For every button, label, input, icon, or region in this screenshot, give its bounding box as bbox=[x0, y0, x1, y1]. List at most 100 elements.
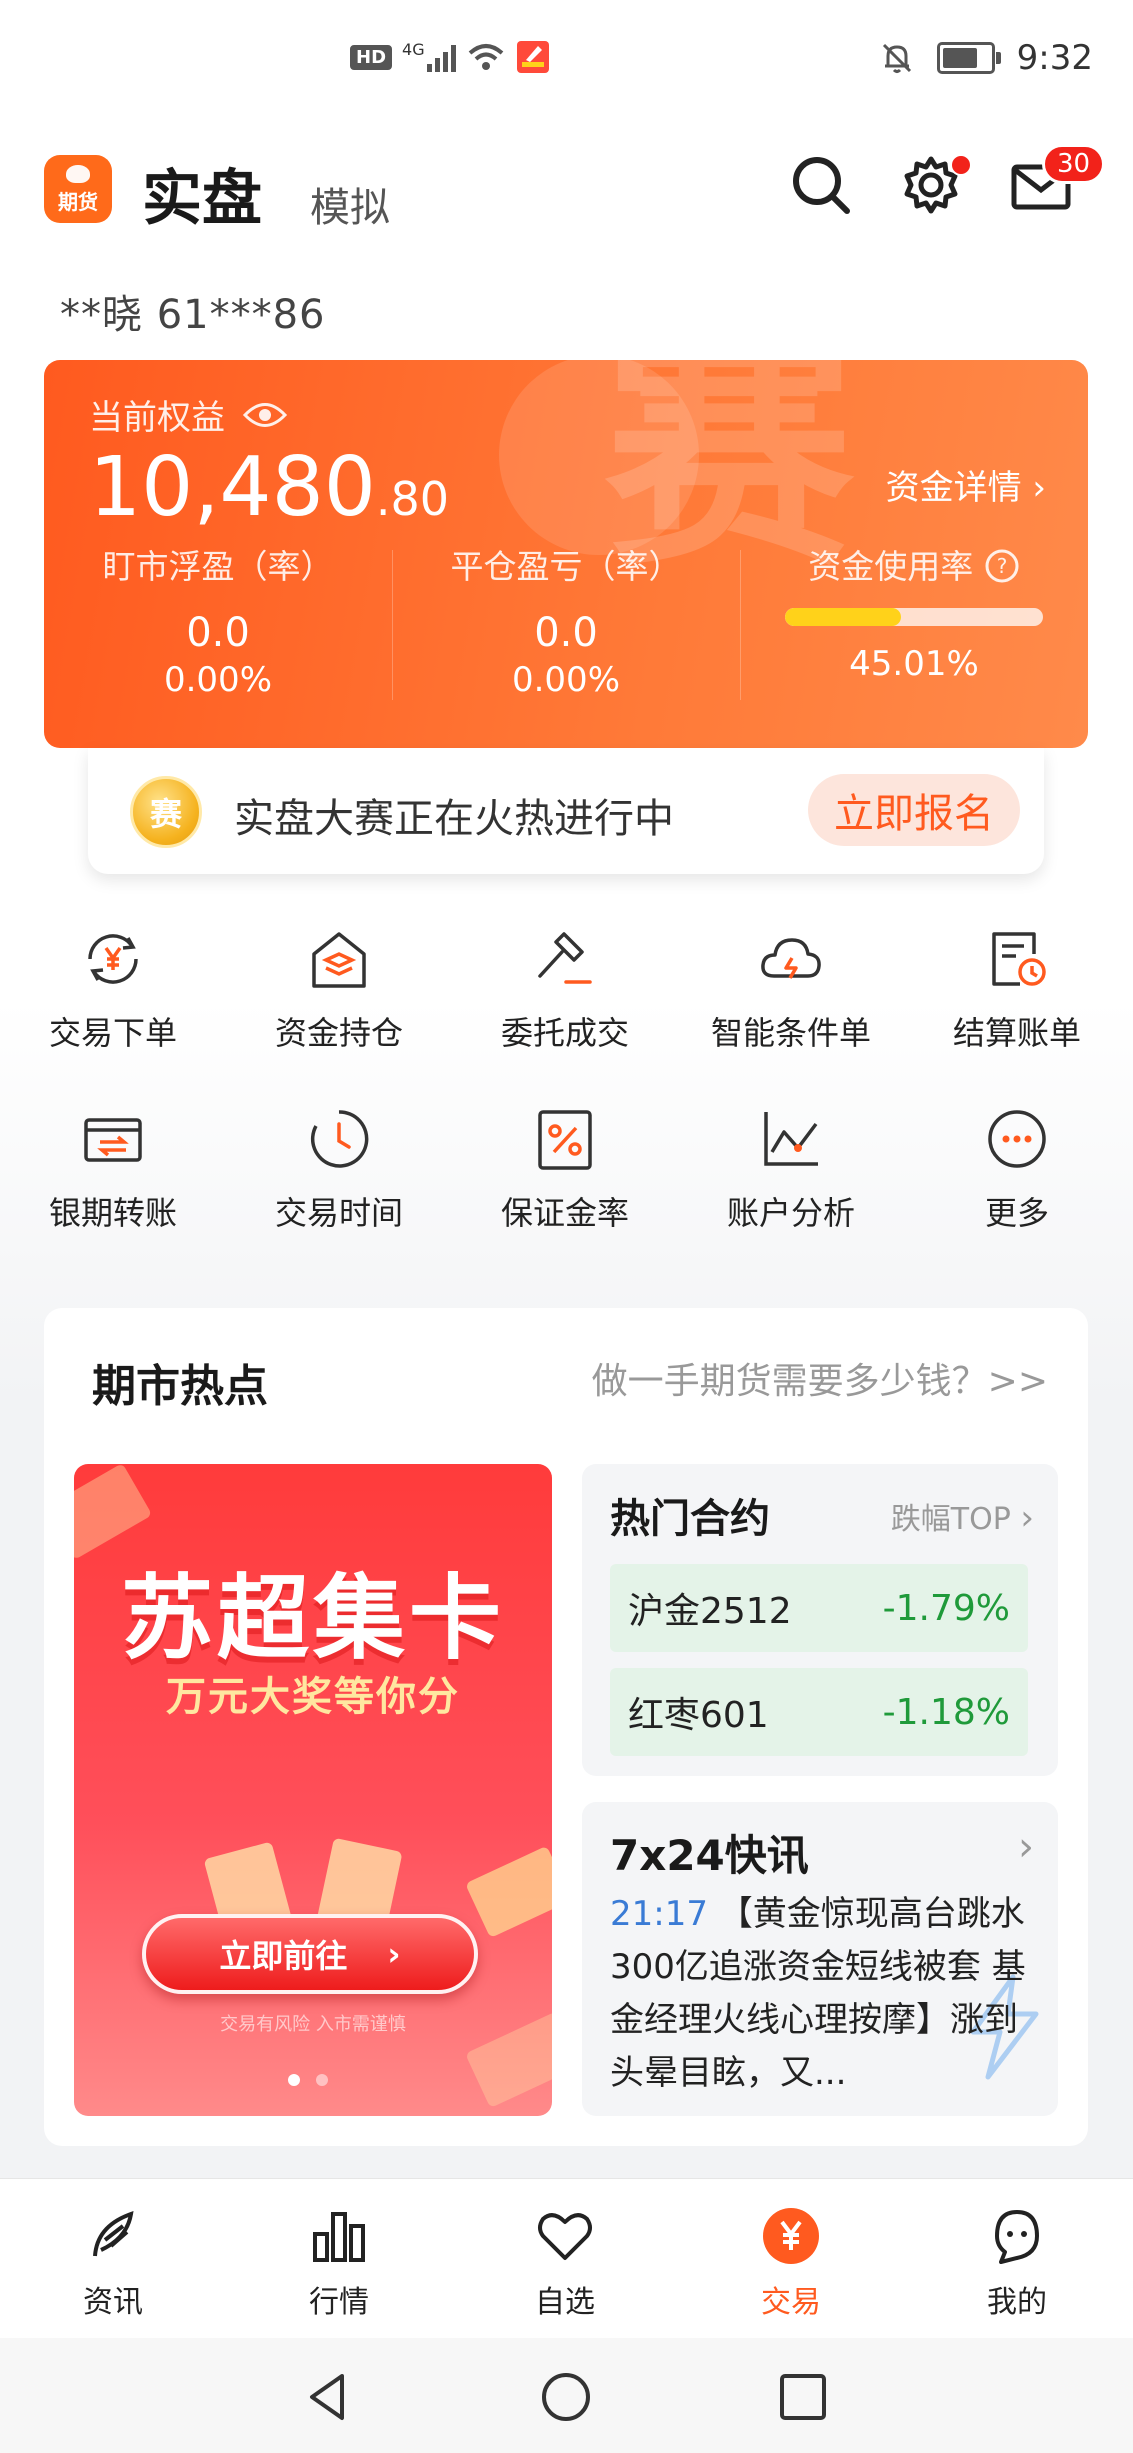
shortcut-more[interactable]: 更多 bbox=[904, 1104, 1130, 1234]
hot-contract-row[interactable]: 红枣601 -1.18% bbox=[610, 1668, 1028, 1756]
decline-top-link[interactable]: 跌幅TOP › bbox=[891, 1494, 1034, 1538]
float-pl-value: 0.0 bbox=[186, 610, 250, 656]
chevron-right-icon: › bbox=[1018, 1824, 1034, 1870]
shortcut-orders-deals[interactable]: 委托成交 bbox=[452, 924, 678, 1054]
shortcut-trading-hours[interactable]: 交易时间 bbox=[226, 1104, 452, 1234]
settings-button[interactable] bbox=[896, 150, 972, 220]
status-icons-right: 9:32 bbox=[879, 38, 1093, 78]
close-pl-value: 0.0 bbox=[534, 610, 598, 656]
close-pl-rate: 0.00% bbox=[511, 660, 620, 700]
yuan-coin-icon bbox=[756, 2201, 826, 2271]
contest-medal-icon: 赛 bbox=[130, 776, 202, 848]
equity-value-int: 10,480 bbox=[89, 440, 376, 535]
house-layers-icon bbox=[304, 924, 374, 994]
signup-button[interactable]: 立即报名 bbox=[808, 774, 1020, 846]
banner-go-button[interactable]: 立即前往 › bbox=[142, 1914, 478, 1994]
fund-usage-progress-fill bbox=[785, 608, 902, 626]
home-icon[interactable] bbox=[539, 2370, 593, 2424]
shortcut-trade-order[interactable]: 交易下单 bbox=[0, 924, 226, 1054]
bell-muted-icon bbox=[882, 43, 911, 73]
contract-change: -1.79% bbox=[882, 1587, 1010, 1629]
logo-text: 期货 bbox=[58, 190, 98, 214]
tab-live[interactable]: 实盘 bbox=[142, 150, 262, 237]
eye-icon[interactable] bbox=[243, 400, 287, 430]
shortcut-settlement-bill[interactable]: 结算账单 bbox=[904, 924, 1130, 1054]
svg-text:?: ? bbox=[996, 554, 1007, 578]
hot-contracts-title: 热门合约 bbox=[610, 1496, 770, 1542]
banner-headline: 苏超集卡 bbox=[120, 1565, 505, 1672]
news-body: 21:17 【黄金惊现高台跳水 300亿追涨资金短线被套 基金经理火线心理按摩】… bbox=[610, 1888, 1030, 2100]
mail-button[interactable]: 30 bbox=[1006, 144, 1106, 220]
nav-label: 交易 bbox=[761, 2285, 821, 2320]
equity-value-dec: .80 bbox=[375, 472, 450, 526]
more-icon bbox=[982, 1104, 1052, 1174]
help-icon[interactable]: ? bbox=[984, 548, 1020, 584]
news-flash-card[interactable]: 7x24快讯 › 21:17 【黄金惊现高台跳水 300亿追涨资金短线被套 基金… bbox=[582, 1802, 1058, 2116]
shortcut-bank-transfer[interactable]: 银期转账 bbox=[0, 1104, 226, 1234]
shortcut-margin-rate[interactable]: 保证金率 bbox=[452, 1104, 678, 1234]
nav-label: 资讯 bbox=[83, 2285, 143, 2320]
cloud-lightning-icon bbox=[756, 924, 826, 994]
back-icon[interactable] bbox=[300, 2370, 354, 2424]
nav-label: 自选 bbox=[535, 2285, 595, 2320]
app-notification-icon bbox=[516, 41, 549, 73]
mail-badge: 30 bbox=[1042, 144, 1106, 184]
shortcut-smart-order[interactable]: 智能条件单 bbox=[678, 924, 904, 1054]
fund-detail-link[interactable]: 资金详情 › bbox=[886, 460, 1046, 509]
shortcut-label: 交易时间 bbox=[274, 1194, 403, 1232]
margin-cost-link[interactable]: 做一手期货需要多少钱？>> bbox=[592, 1352, 1048, 1404]
nav-watchlist[interactable]: 自选 bbox=[452, 2201, 678, 2321]
hot-contract-row[interactable]: 沪金2512 -1.79% bbox=[610, 1564, 1028, 1652]
nav-profile[interactable]: 我的 bbox=[904, 2201, 1130, 2321]
chevron-right-icon: › bbox=[387, 1935, 401, 1973]
network-type: 4G bbox=[402, 40, 425, 59]
hot-topics-panel: 期市热点 做一手期货需要多少钱？>> 苏超集卡 万元大奖等你分 立即前往 › 交… bbox=[44, 1308, 1088, 2146]
wifi-icon bbox=[468, 44, 503, 70]
shortcut-label: 保证金率 bbox=[500, 1194, 629, 1232]
bottom-navigation: 资讯 行情 自选 交易 我的 bbox=[0, 2178, 1133, 2339]
shortcut-label: 结算账单 bbox=[952, 1014, 1081, 1052]
signal-icon bbox=[426, 42, 456, 72]
bill-clock-icon bbox=[982, 924, 1052, 994]
nav-news[interactable]: 资讯 bbox=[0, 2201, 226, 2321]
shortcut-fund-position[interactable]: 资金持仓 bbox=[226, 924, 452, 1054]
news-title: 7x24快讯 bbox=[610, 1831, 809, 1880]
nav-label: 我的 bbox=[987, 2285, 1047, 2320]
float-pl-column: 盯市浮盈（率） 0.0 0.00% bbox=[44, 540, 392, 700]
equity-label: 当前权益 bbox=[89, 398, 225, 438]
contract-name: 沪金2512 bbox=[628, 1591, 792, 1632]
equity-card: 赛 当前权益 10,480.80 资金详情 › 盯市浮盈（率） 0.0 0.00… bbox=[44, 360, 1088, 748]
shortcut-account-analysis[interactable]: 账户分析 bbox=[678, 1104, 904, 1234]
gavel-icon bbox=[530, 924, 600, 994]
search-icon bbox=[793, 157, 850, 214]
fund-usage-column: 资金使用率 ? 45.01% bbox=[740, 540, 1088, 684]
clock-icon bbox=[304, 1104, 374, 1174]
contract-name: 红枣601 bbox=[628, 1695, 769, 1736]
battery-icon bbox=[936, 42, 1001, 74]
news-time: 21:17 bbox=[610, 1894, 708, 1934]
shortcut-label: 更多 bbox=[984, 1194, 1049, 1232]
system-navigation-bar bbox=[0, 2338, 1133, 2453]
nav-trade[interactable]: 交易 bbox=[678, 2201, 904, 2321]
contract-change: -1.18% bbox=[882, 1691, 1010, 1733]
search-button[interactable] bbox=[786, 150, 856, 220]
status-time: 9:32 bbox=[1016, 38, 1093, 78]
card-transfer-icon bbox=[78, 1104, 148, 1174]
nav-market[interactable]: 行情 bbox=[226, 2201, 452, 2321]
promo-banner[interactable]: 苏超集卡 万元大奖等你分 立即前往 › 交易有风险 入市需谨慎 bbox=[74, 1464, 552, 2116]
feather-icon bbox=[78, 2201, 148, 2271]
equity-label-row: 当前权益 bbox=[89, 390, 287, 439]
yuan-exchange-icon bbox=[78, 924, 148, 994]
heart-icon bbox=[530, 2201, 600, 2271]
close-pl-column: 平仓盈亏（率） 0.0 0.00% bbox=[392, 540, 740, 700]
bar-chart-icon bbox=[304, 2201, 374, 2271]
settings-notification-dot bbox=[950, 154, 972, 176]
recents-icon[interactable] bbox=[776, 2370, 830, 2424]
percent-icon bbox=[530, 1104, 600, 1174]
shortcut-label: 账户分析 bbox=[726, 1194, 855, 1232]
panel-title: 期市热点 bbox=[92, 1361, 268, 1412]
equity-value: 10,480.80 bbox=[89, 440, 449, 535]
tab-simulation[interactable]: 模拟 bbox=[310, 175, 390, 233]
fund-usage-progress bbox=[785, 608, 1043, 626]
app-logo: 期货 bbox=[44, 155, 112, 223]
